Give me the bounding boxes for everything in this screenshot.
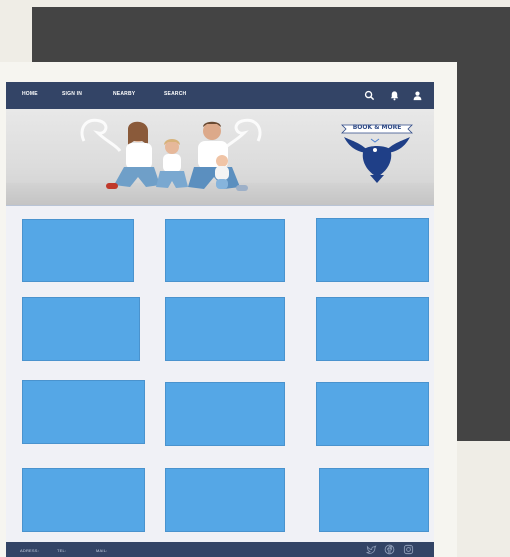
top-nav-bar: HOME SIGN IN NEARBY SEARCH bbox=[6, 82, 434, 109]
twitter-icon[interactable] bbox=[366, 544, 377, 555]
website-mockup: HOME SIGN IN NEARBY SEARCH BOOK & MORE A… bbox=[6, 82, 434, 557]
content-tile[interactable] bbox=[165, 468, 285, 532]
instagram-icon[interactable] bbox=[403, 544, 414, 555]
content-tile[interactable] bbox=[319, 468, 429, 532]
footer-tel-label: TEL: bbox=[57, 548, 67, 553]
content-tile[interactable] bbox=[165, 297, 285, 361]
content-tile[interactable] bbox=[22, 297, 140, 361]
footer-bar: ADRESS: TEL: MAIL: bbox=[6, 542, 434, 557]
content-tile[interactable] bbox=[316, 218, 429, 282]
logo-text: BOOK & MORE bbox=[352, 124, 402, 131]
bell-icon[interactable] bbox=[389, 90, 400, 101]
content-tile[interactable] bbox=[165, 219, 285, 282]
family-photo bbox=[80, 118, 262, 191]
content-tile[interactable] bbox=[316, 382, 429, 446]
footer-address-label: ADRESS: bbox=[20, 548, 39, 553]
nav-sign-in-link[interactable]: SIGN IN bbox=[62, 91, 82, 97]
search-icon[interactable] bbox=[364, 90, 375, 101]
nav-nearby-link[interactable]: NEARBY bbox=[113, 91, 135, 97]
hero-banner: BOOK & MORE bbox=[6, 109, 434, 206]
content-tile[interactable] bbox=[22, 219, 134, 282]
mockup-sheet: HOME SIGN IN NEARBY SEARCH BOOK & MORE A… bbox=[0, 62, 457, 557]
user-icon[interactable] bbox=[412, 90, 423, 101]
content-tile[interactable] bbox=[22, 468, 145, 532]
nav-home-link[interactable]: HOME bbox=[22, 91, 38, 97]
facebook-icon[interactable] bbox=[384, 544, 395, 555]
content-tile[interactable] bbox=[165, 382, 285, 446]
content-tile[interactable] bbox=[22, 380, 145, 444]
footer-mail-label: MAIL: bbox=[96, 548, 108, 553]
nav-search-link[interactable]: SEARCH bbox=[164, 91, 186, 97]
content-tile[interactable] bbox=[316, 297, 429, 361]
book-and-more-logo[interactable]: BOOK & MORE bbox=[340, 119, 414, 185]
